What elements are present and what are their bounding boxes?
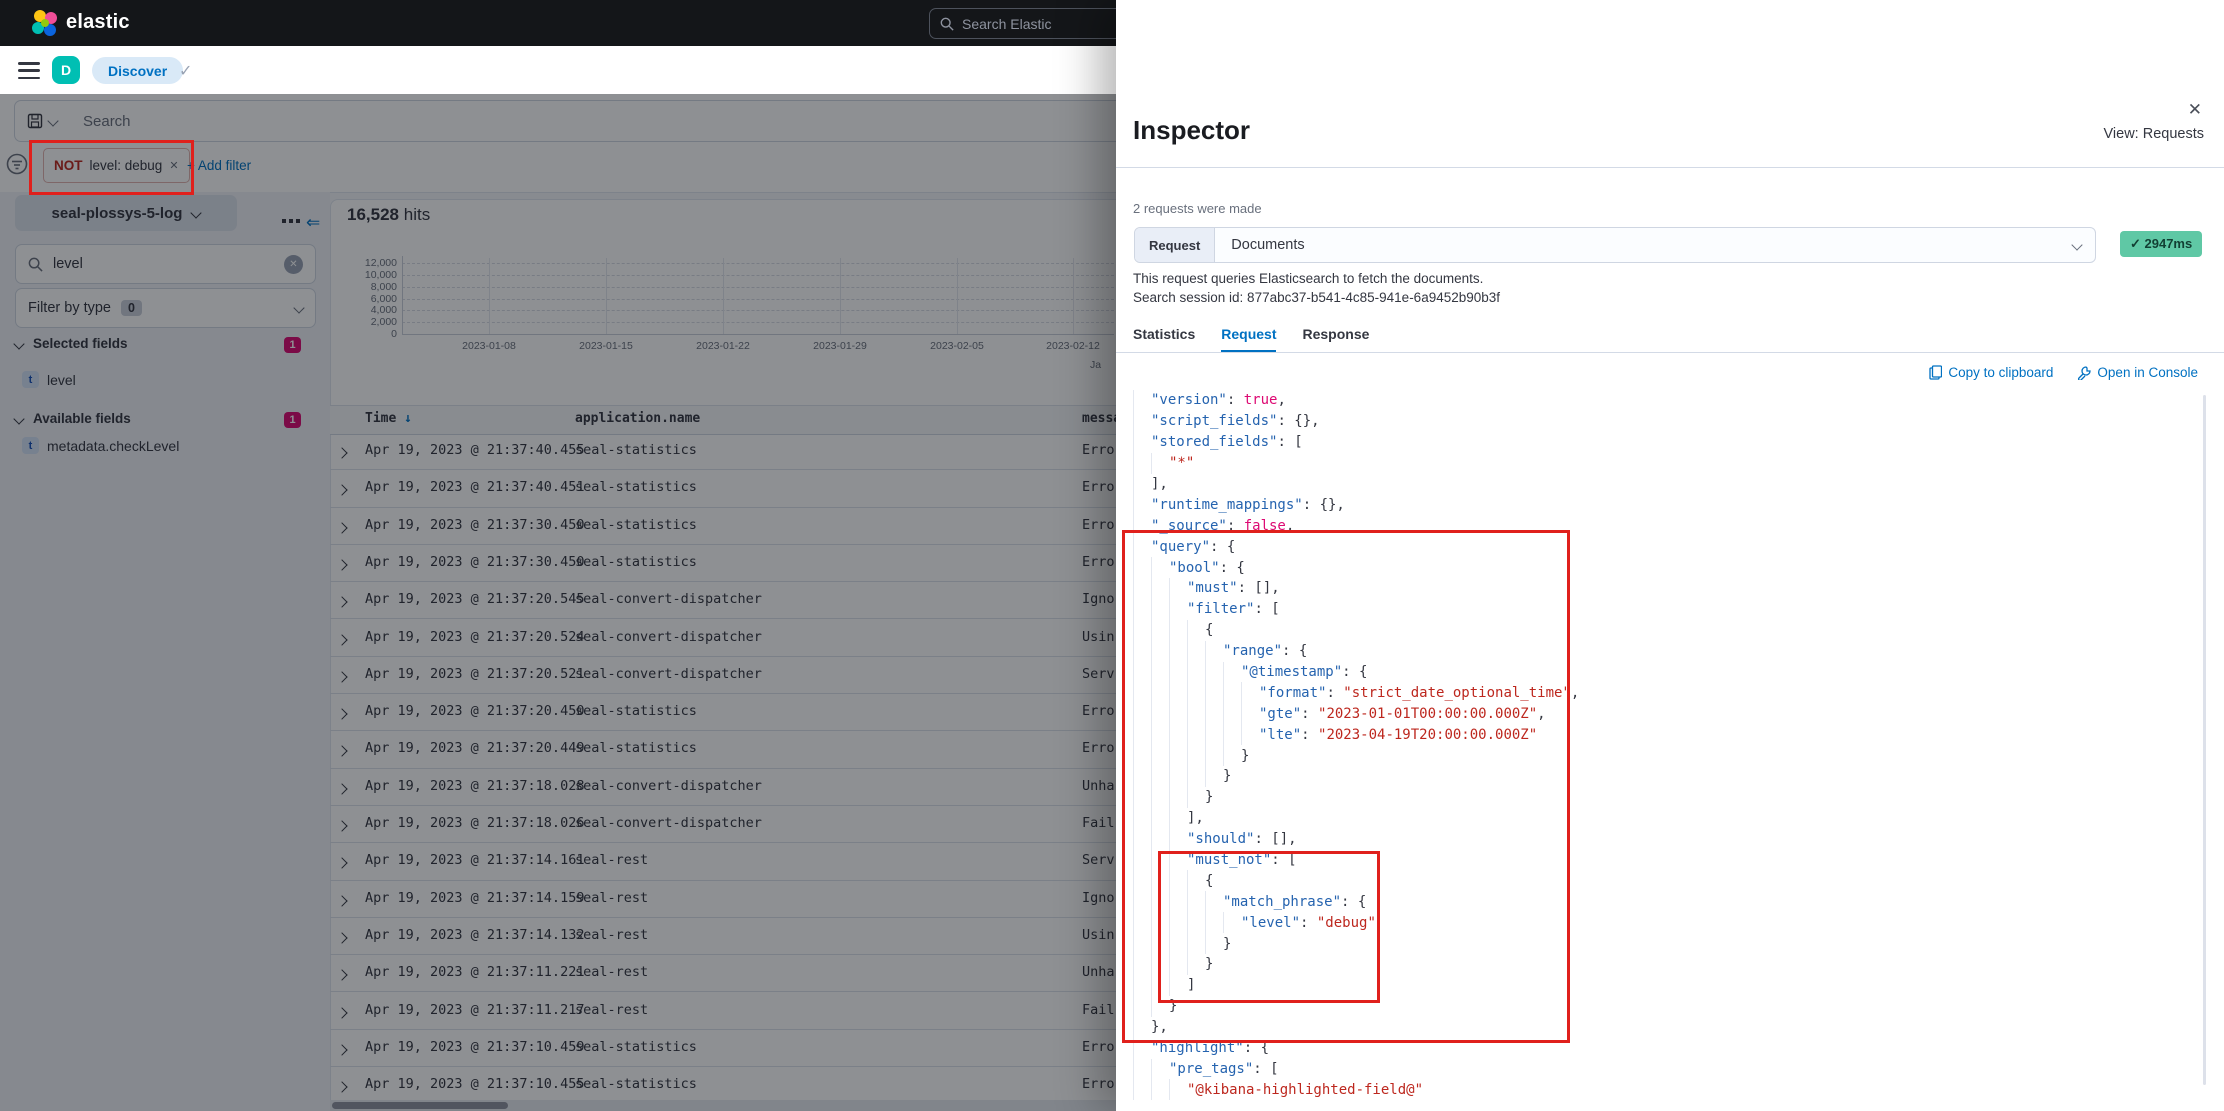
- code-line: "@timestamp": {: [1133, 662, 2196, 683]
- code-line: "must": [],: [1133, 578, 2196, 599]
- saved-check-icon: ✓: [179, 61, 192, 81]
- request-select-value: Documents: [1231, 237, 1304, 253]
- tab-request[interactable]: Request: [1221, 326, 1276, 352]
- copy-to-clipboard-link[interactable]: Copy to clipboard: [1929, 365, 2053, 380]
- code-line: "range": {: [1133, 641, 2196, 662]
- inspector-tabs: Statistics Request Response: [1133, 326, 1369, 352]
- discover-page: elastic Search Elastic: [0, 0, 2224, 1111]
- menu-hamburger-icon[interactable]: [18, 62, 40, 79]
- code-line: "_source": false,: [1133, 515, 2196, 536]
- code-line: }: [1133, 933, 2196, 954]
- wrench-icon: [2077, 366, 2091, 380]
- request-code-block[interactable]: "version": true,"script_fields": {},"sto…: [1133, 390, 2196, 1111]
- close-icon[interactable]: ✕: [2188, 100, 2202, 120]
- inspector-view-label[interactable]: View: Requests: [2104, 126, 2204, 142]
- elastic-logo-icon: [30, 8, 60, 38]
- tab-statistics[interactable]: Statistics: [1133, 326, 1195, 352]
- requests-made-label: 2 requests were made: [1133, 201, 1262, 216]
- code-line: "gte": "2023-01-01T00:00:00.000Z",: [1133, 703, 2196, 724]
- chevron-down-icon: [2071, 239, 2082, 250]
- code-line: ],: [1133, 474, 2196, 495]
- code-line: "bool": {: [1133, 557, 2196, 578]
- code-line: "lte": "2023-04-19T20:00:00.000Z": [1133, 724, 2196, 745]
- request-select[interactable]: Request Documents: [1134, 227, 2096, 263]
- search-icon: [940, 17, 954, 31]
- tab-response[interactable]: Response: [1302, 326, 1369, 352]
- code-line: "query": {: [1133, 536, 2196, 557]
- inspector-title: Inspector: [1133, 115, 1250, 146]
- code-line: ],: [1133, 808, 2196, 829]
- space-badge[interactable]: D: [52, 56, 80, 84]
- code-line: "version": true,: [1133, 390, 2196, 411]
- breadcrumb-discover[interactable]: Discover: [92, 57, 183, 84]
- code-line: }: [1133, 996, 2196, 1017]
- code-line: {: [1133, 870, 2196, 891]
- code-line: "should": [],: [1133, 829, 2196, 850]
- brand-name: elastic: [66, 11, 130, 34]
- code-line: },: [1133, 1017, 2196, 1038]
- code-line: "pre_tags": [: [1133, 1059, 2196, 1080]
- code-line: "match_phrase": {: [1133, 891, 2196, 912]
- request-select-label: Request: [1135, 228, 1215, 262]
- code-line: {: [1133, 620, 2196, 641]
- flyout-backdrop: [0, 94, 1116, 1111]
- code-line: }: [1133, 745, 2196, 766]
- clipboard-icon: [1929, 365, 1942, 380]
- code-line: "filter": [: [1133, 599, 2196, 620]
- global-search-placeholder: Search Elastic: [962, 16, 1051, 32]
- code-line: }: [1133, 954, 2196, 975]
- code-line: "script_fields": {},: [1133, 411, 2196, 432]
- request-duration-badge: ✓ 2947ms: [2120, 231, 2202, 257]
- inspector-flyout: Inspector ✕ View: Requests 2 requests we…: [1116, 0, 2224, 1111]
- code-line: "stored_fields": [: [1133, 432, 2196, 453]
- request-description: This request queries Elasticsearch to fe…: [1133, 271, 1483, 286]
- search-session-id: Search session id: 877abc37-b541-4c85-94…: [1133, 290, 1500, 305]
- divider: [1116, 352, 2224, 353]
- code-line: "@kibana-highlighted-field@": [1133, 1079, 2196, 1100]
- code-line: }: [1133, 787, 2196, 808]
- code-line: "highlight": {: [1133, 1038, 2196, 1059]
- code-line: "runtime_mappings": {},: [1133, 494, 2196, 515]
- divider: [1116, 167, 2224, 168]
- open-in-console-link[interactable]: Open in Console: [2077, 365, 2198, 380]
- code-line: "must_not": [: [1133, 850, 2196, 871]
- code-line: "level": "debug": [1133, 912, 2196, 933]
- code-line: }: [1133, 766, 2196, 787]
- code-scrollbar[interactable]: [2203, 395, 2206, 1085]
- code-line: "*": [1133, 453, 2196, 474]
- code-line: ]: [1133, 975, 2196, 996]
- code-line: "format": "strict_date_optional_time",: [1133, 682, 2196, 703]
